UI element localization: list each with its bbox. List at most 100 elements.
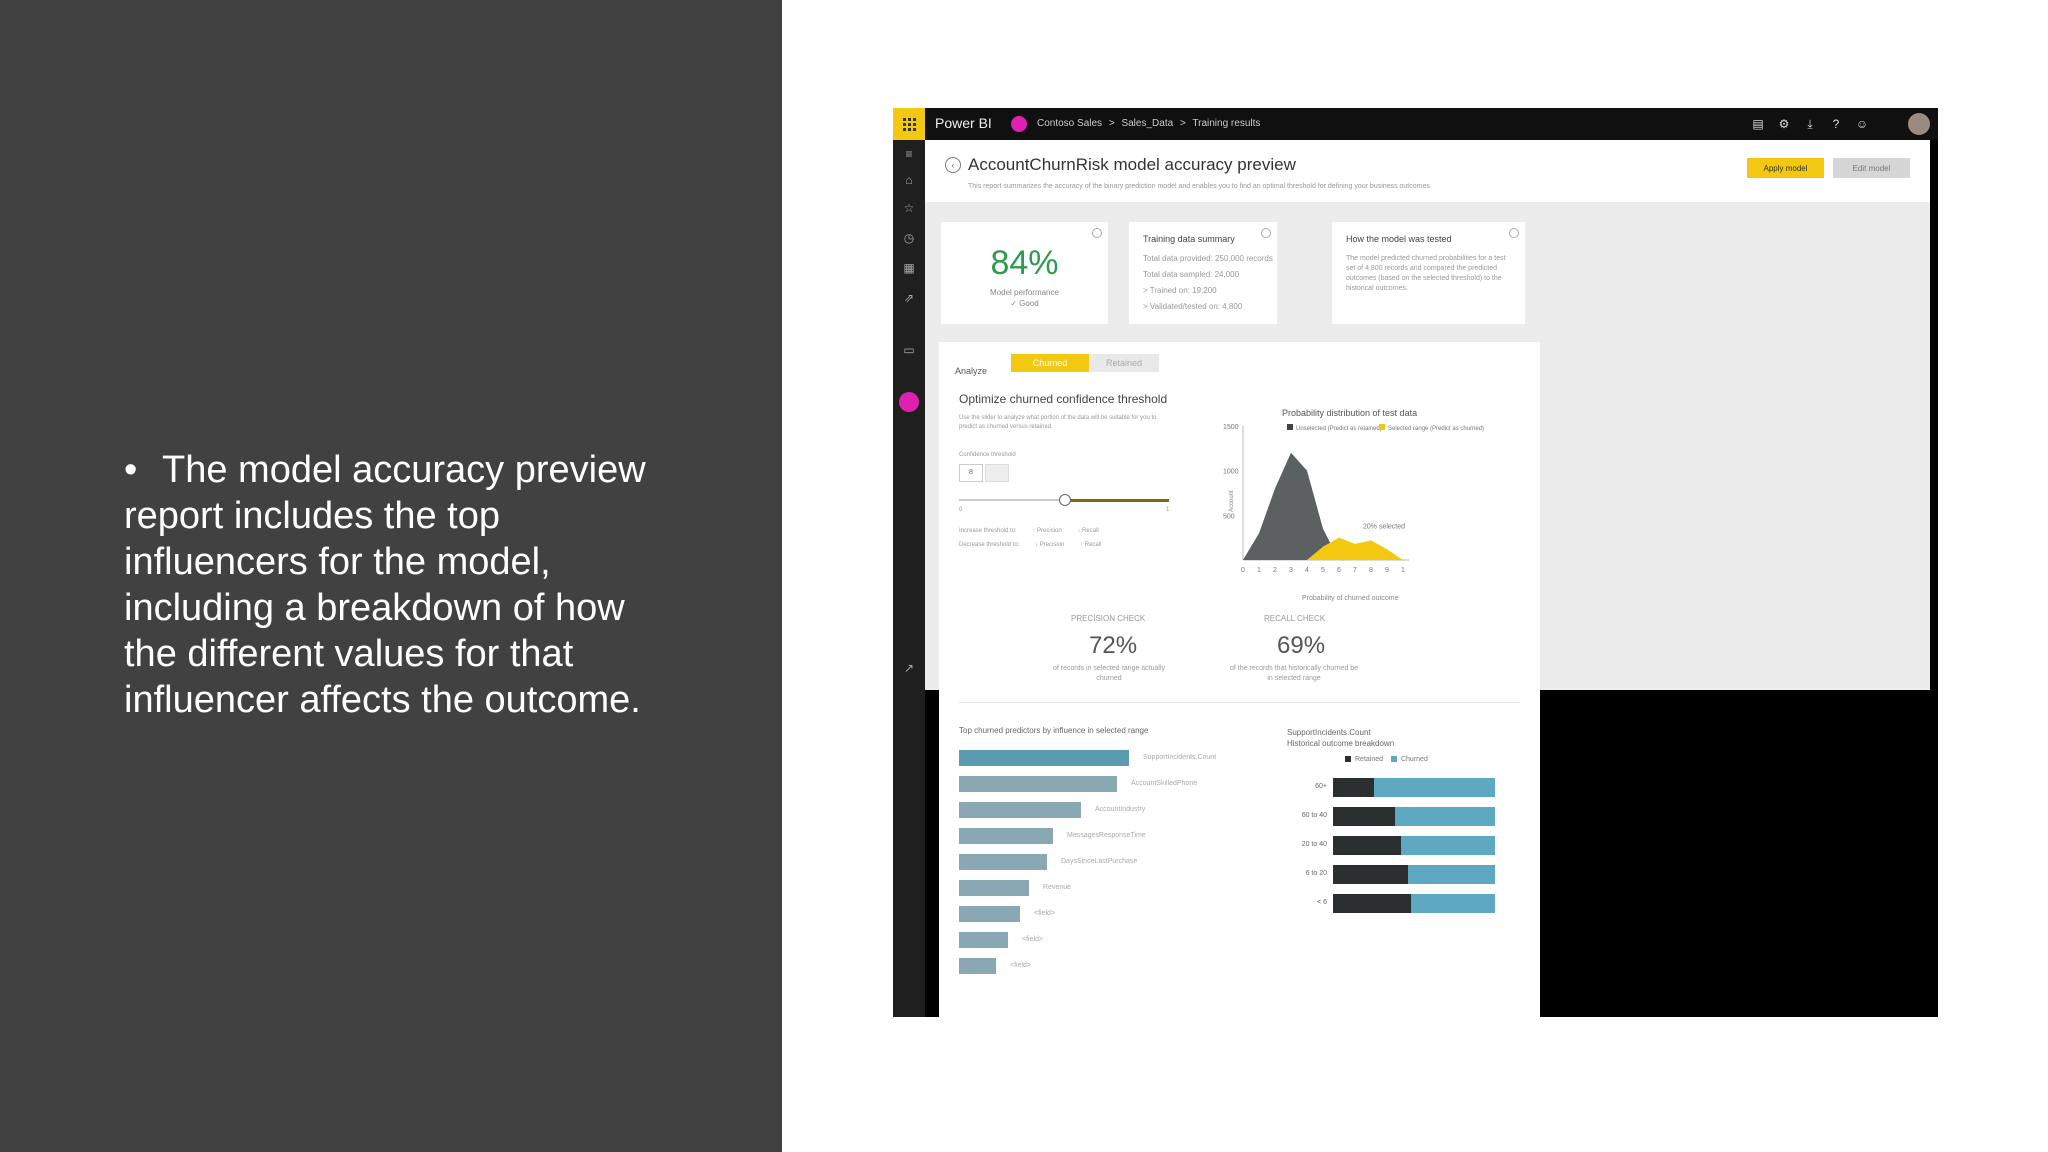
share-icon[interactable]: ⇗ [893,288,925,308]
brand-label[interactable]: Power BI [935,115,992,131]
smiley-icon[interactable]: ☺ [1854,116,1870,132]
legend-retained-label: Retained [1355,756,1384,763]
breakdown-category-label: 60 to 40 [1301,812,1327,819]
legend-retained-swatch [1345,756,1351,763]
training-line: Total data provided: 250,000 records [1143,254,1273,263]
analyze-panel: Analyze Churned Retained Optimize churne… [939,342,1540,690]
star-icon[interactable]: ☆ [893,198,925,218]
predictor-label: <field> [1034,910,1056,917]
breadcrumb-dataset[interactable]: Sales_Data [1121,118,1173,129]
x-tick-label: 2 [1273,567,1277,574]
legend-churned-label: Churned [1400,756,1428,763]
home-icon[interactable]: ⌂ [893,170,925,190]
decrease-recall: ↑ Recall [1080,542,1102,548]
predictor-label: DaysSinceLastPurchase [1061,858,1138,865]
clock-icon[interactable]: ◷ [893,228,925,248]
x-tick-label: 1 [1401,567,1405,574]
training-summary-card: Training data summary Total data provide… [1129,222,1277,324]
left-nav: ≡ ⌂ ☆ ◷ ▦ ⇗ ▭ ↗ [893,140,925,1017]
breakdown-bar[interactable] [1333,807,1495,826]
download-icon[interactable]: ⤓ [1802,116,1818,132]
predictor-bar[interactable] [959,932,1008,948]
probability-distribution-chart: Probability distribution of test data Un… [1223,408,1484,602]
plot-area: 0 1 2 3 4 5 6 7 8 9 15001000150020% selected [1223,424,1409,574]
info-icon[interactable] [1092,228,1102,238]
distribution-area-0 [1243,452,1403,560]
y-tick-label: 1500 [1223,424,1239,431]
training-line: > Validated/tested on: 4,800 [1143,302,1243,311]
workspaces-icon[interactable]: ▭ [893,340,925,360]
predictor-bar[interactable] [959,776,1117,792]
x-tick-label: 1 [1257,567,1261,574]
avatar[interactable] [1908,113,1930,135]
threshold-slider-thumb[interactable] [1059,494,1071,506]
workspace-icon[interactable] [899,392,919,412]
retained-segment [1333,894,1411,913]
breakdown-bar[interactable] [1333,836,1495,855]
menu-icon[interactable]: ≡ [893,144,925,164]
apps-icon[interactable]: ▦ [893,258,925,278]
info-icon[interactable] [1509,228,1519,238]
breadcrumb-workspace[interactable]: Contoso Sales [1037,118,1102,129]
training-line: > Trained on: 19,200 [1143,286,1217,295]
x-axis-label: Probability of churned outcome [1302,595,1399,602]
recall-description: of the records that historically churned… [1229,665,1358,682]
expand-icon[interactable]: ↗ [893,658,925,678]
threshold-description: Use the slider to analyze what portion o… [959,415,1157,430]
precision-value: 72% [1089,632,1138,659]
breadcrumb-separator: > [1179,118,1186,129]
legend-unselected-swatch [1287,424,1293,430]
predictor-label: AccountSkilledPhone [1131,780,1198,787]
info-icon[interactable] [1261,228,1271,238]
threshold-slider-fill [1064,499,1169,502]
tab-retained[interactable]: Retained [1089,354,1159,372]
decrease-threshold-line: Decrease threshold to: ↓ Precision ↑ Rec… [959,542,1115,548]
breakdown-bar[interactable] [1333,865,1495,884]
breakdown-legend: Retained Churned [1339,756,1428,763]
threshold-input[interactable]: 8 [959,464,983,482]
increase-precision: ↑ Precision [1032,528,1062,534]
breakdown-category-label: < 6 [1317,899,1327,906]
churned-segment [1401,836,1495,855]
predictor-bar[interactable] [959,958,996,974]
training-title: Training data summary [1143,234,1235,244]
predictor-bar[interactable] [959,906,1020,922]
y-axis-label: Account [1229,490,1235,512]
chat-icon[interactable]: ▤ [1750,116,1766,132]
tested-text: The model predicted churned probabilitie… [1346,255,1506,292]
edit-model-button[interactable]: Edit model [1833,158,1910,178]
churned-segment [1410,894,1495,913]
x-tick-label: 9 [1385,567,1389,574]
predictor-bar[interactable] [959,802,1081,818]
retained-segment [1333,865,1408,884]
predictor-bar[interactable] [959,828,1053,844]
training-line: Total data sampled: 24,000 [1143,270,1240,279]
y-tick-label: 1000 [1223,469,1239,476]
breakdown-category-label: 6 to 20 [1305,870,1327,877]
predictor-bar[interactable] [959,854,1047,870]
performance-card: 84% Model performance ✓ Good [941,222,1108,324]
breakdown-bar[interactable] [1333,894,1495,913]
gear-icon[interactable]: ⚙ [1776,116,1792,132]
x-tick-label: 8 [1369,567,1373,574]
legend-selected-label: Selected range (Predict as churned) [1388,426,1484,432]
churned-segment [1373,778,1495,797]
breakdown-title: SupportIncidents.Count [1287,728,1371,737]
breakdown-subtitle: Historical outcome breakdown [1287,739,1395,748]
performance-value: 84% [990,244,1059,282]
app-launcher-icon[interactable] [893,108,925,140]
help-icon[interactable]: ? [1828,116,1844,132]
apply-model-button[interactable]: Apply model [1747,158,1824,178]
workspace-icon [1011,116,1027,132]
breakdown-bar[interactable] [1333,778,1495,797]
retained-segment [1333,778,1374,797]
predictor-bar[interactable] [959,750,1129,766]
back-icon[interactable]: ‹ [945,157,961,173]
breadcrumb-current: Training results [1192,118,1261,129]
predictor-label: SupportIncidents.Count [1143,754,1217,761]
decrease-precision: ↓ Precision [1035,542,1065,548]
threshold-apply-box[interactable] [985,464,1009,482]
predictor-bar[interactable] [959,880,1029,896]
breadcrumb: Contoso Sales > Sales_Data > Training re… [1037,118,1264,129]
tab-churned[interactable]: Churned [1011,354,1089,372]
